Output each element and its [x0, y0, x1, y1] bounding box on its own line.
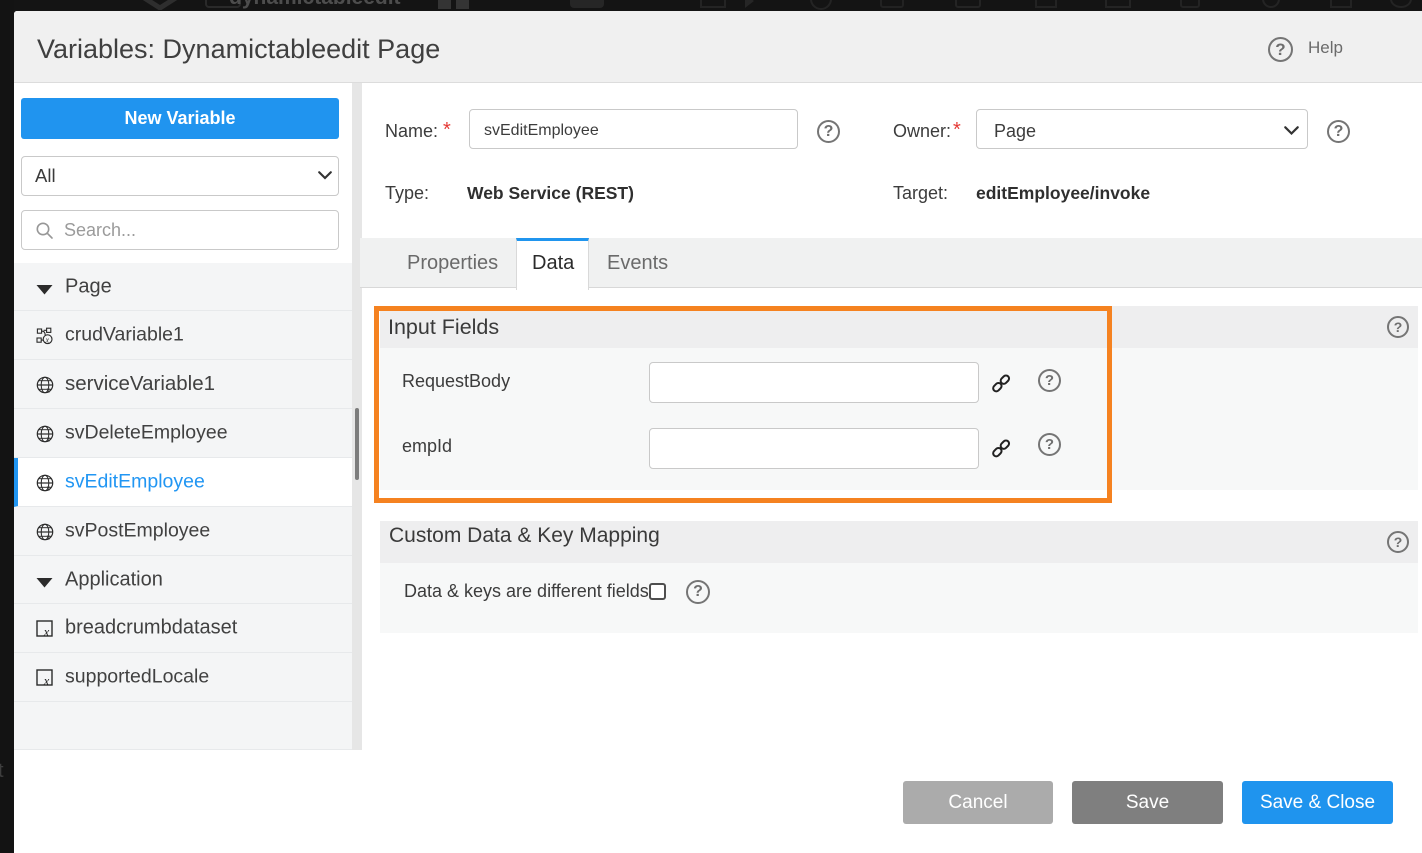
svg-text:x: x	[43, 625, 50, 637]
svg-text:x: x	[45, 335, 50, 344]
svg-text:x: x	[45, 384, 50, 394]
svg-text:x: x	[43, 674, 50, 686]
svg-text:x: x	[45, 433, 50, 443]
svg-text:x: x	[45, 531, 50, 541]
svg-text:x: x	[45, 482, 50, 492]
